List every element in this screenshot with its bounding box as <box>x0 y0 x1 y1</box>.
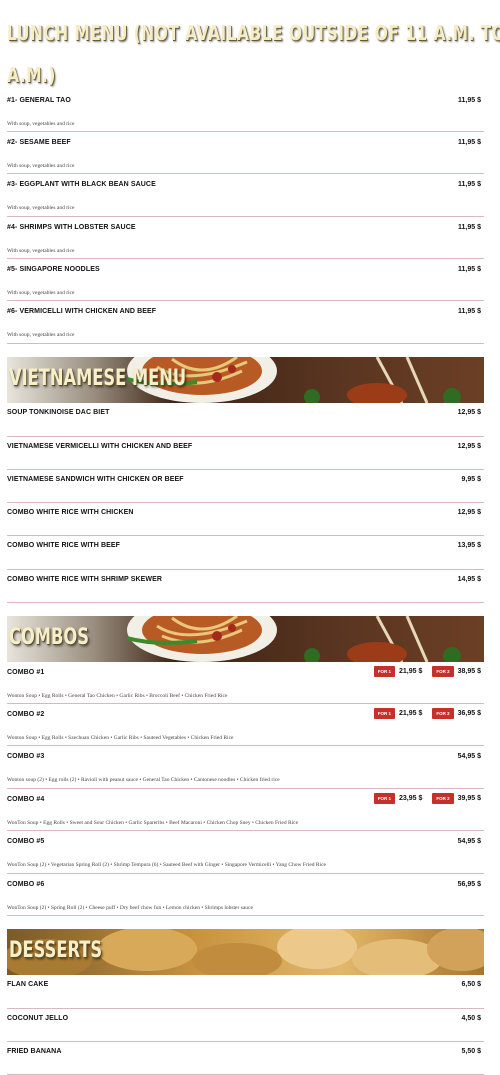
for-2-badge: FOR 2 <box>432 666 454 677</box>
combo-item-description: WonTon Soup (2) • Vegetarian Spring Roll… <box>7 862 326 868</box>
vietnamese-item-name: VIETNAMESE SANDWICH WITH CHICKEN OR BEEF <box>7 476 184 483</box>
combos-banner: COMBOS <box>7 616 484 662</box>
vietnamese-item-price: 12,95 $ <box>457 409 481 416</box>
combo-item-3: COMBO #3 54,95 $ Wonton soup (2) • Egg r… <box>7 746 484 789</box>
combo-item-name: COMBO #3 <box>7 753 45 760</box>
combo-item-description: Wonton Soup • Egg Rolls • Szechuan Chick… <box>7 735 234 741</box>
combo-item-description: WonTon Soup • Egg Rolls • Sweet and Sour… <box>7 820 299 826</box>
lunch-item-price: 11,95 $ <box>458 139 481 146</box>
dessert-item-2: COCONUT JELLO 4,50 $ <box>7 1009 484 1042</box>
for-1-badge: FOR 1 <box>373 793 396 804</box>
dessert-item-name: FLAN CAKE <box>7 981 49 988</box>
desserts-banner: DESSERTS <box>7 929 484 975</box>
vietnamese-item-name: VIETNAMESE VERMICELLI WITH CHICKEN AND B… <box>7 443 193 450</box>
lunch-item-price: 11,95 $ <box>458 181 481 188</box>
for-2-price: 36,95 $ <box>457 710 481 717</box>
lunch-item-price: 11,95 $ <box>458 266 481 273</box>
lunch-item-3: #3- EGGPLANT WITH BLACK BEAN SAUCE 11,95… <box>7 174 484 217</box>
vietnamese-item-price: 12,95 $ <box>457 443 481 450</box>
desserts-title: DESSERTS <box>9 938 103 963</box>
combo-item-5: COMBO #5 54,95 $ WonTon Soup (2) • Veget… <box>7 831 484 874</box>
dessert-item-1: FLAN CAKE 6,50 $ <box>7 975 484 1009</box>
vietnamese-item-6: COMBO WHITE RICE WITH SHRIMP SKEWER 14,9… <box>7 570 484 603</box>
combo-item-description: WonTon Soup (2) • Spring Roll (2) • Chee… <box>7 905 253 911</box>
lunch-item-6: #6- VERMICELLI WITH CHICKEN AND BEEF 11,… <box>7 301 484 344</box>
vietnamese-item-3: VIETNAMESE SANDWICH WITH CHICKEN OR BEEF… <box>7 470 484 503</box>
combo-price-options: FOR 1 21,95 $ FOR 2 38,95 $ <box>373 666 481 677</box>
lunch-item-description: With soup, vegetables and rice <box>7 290 75 296</box>
lunch-item-name: #3- EGGPLANT WITH BLACK BEAN SAUCE <box>7 181 156 188</box>
lunch-item-name: #2- SESAME BEEF <box>7 139 71 146</box>
dessert-item-name: COCONUT JELLO <box>7 1015 69 1022</box>
vietnamese-item-2: VIETNAMESE VERMICELLI WITH CHICKEN AND B… <box>7 437 484 470</box>
vietnamese-item-4: COMBO WHITE RICE WITH CHICKEN 12,95 $ <box>7 503 484 536</box>
lunch-item-description: With soup, vegetables and rice <box>7 163 75 169</box>
lunch-item-price: 11,95 $ <box>458 224 481 231</box>
lunch-menu-title-line-1: LUNCH MENU (NOT AVAILABLE OUTSIDE OF 11 … <box>7 21 500 45</box>
for-1-price: 21,95 $ <box>399 668 423 675</box>
combo-item-4: COMBO #4 FOR 1 23,95 $ FOR 2 39,95 $ Won… <box>7 789 484 831</box>
combo-item-name: COMBO #4 <box>7 796 45 803</box>
lunch-item-description: With soup, vegetables and rice <box>7 121 75 127</box>
for-2-price: 38,95 $ <box>457 668 481 675</box>
lunch-item-name: #1- GENERAL TAO <box>7 97 71 104</box>
combo-item-name: COMBO #1 <box>7 669 45 676</box>
for-1-badge: FOR 1 <box>373 708 396 719</box>
lunch-item-name: #4- SHRIMPS WITH LOBSTER SAUCE <box>7 224 136 231</box>
vietnamese-item-5: COMBO WHITE RICE WITH BEEF 13,95 $ <box>7 536 484 570</box>
for-1-price: 23,95 $ <box>399 795 423 802</box>
combo-item-price: 54,95 $ <box>457 838 481 845</box>
combo-item-price: 56,95 $ <box>457 881 481 888</box>
combo-item-price: 54,95 $ <box>457 753 481 760</box>
combo-item-6: COMBO #6 56,95 $ WonTon Soup (2) • Sprin… <box>7 874 484 916</box>
combo-item-name: COMBO #5 <box>7 838 45 845</box>
vietnamese-item-price: 13,95 $ <box>457 542 481 549</box>
vietnamese-item-name: COMBO WHITE RICE WITH BEEF <box>7 542 121 549</box>
vietnamese-item-price: 9,95 $ <box>461 476 481 483</box>
dessert-item-price: 4,50 $ <box>461 1015 481 1022</box>
for-1-price: 21,95 $ <box>399 710 423 717</box>
combos-title: COMBOS <box>9 625 89 650</box>
vietnamese-item-name: COMBO WHITE RICE WITH SHRIMP SKEWER <box>7 576 163 583</box>
vietnamese-item-name: SOUP TONKINOISE DAC BIET <box>7 409 110 416</box>
combo-item-description: Wonton Soup • Egg Rolls • General Tao Ch… <box>7 693 228 699</box>
for-2-price: 39,95 $ <box>457 795 481 802</box>
lunch-item-description: With soup, vegetables and rice <box>7 205 75 211</box>
combo-price-options: FOR 1 23,95 $ FOR 2 39,95 $ <box>373 793 481 804</box>
vietnamese-item-price: 12,95 $ <box>457 509 481 516</box>
combo-item-description: Wonton soup (2) • Egg rolls (2) • Raviol… <box>7 777 280 783</box>
vietnamese-menu-banner: VIETNAMESE MENU <box>7 357 484 403</box>
combo-item-name: COMBO #2 <box>7 711 45 718</box>
vietnamese-item-price: 14,95 $ <box>457 576 481 583</box>
for-2-badge: FOR 2 <box>432 793 454 804</box>
lunch-item-1: #1- GENERAL TAO 11,95 $ With soup, veget… <box>7 90 484 132</box>
lunch-item-name: #5- SINGAPORE NOODLES <box>7 266 100 273</box>
for-2-badge: FOR 2 <box>432 708 454 719</box>
vietnamese-item-1: SOUP TONKINOISE DAC BIET 12,95 $ <box>7 403 484 437</box>
dessert-item-price: 6,50 $ <box>461 981 481 988</box>
dessert-item-price: 5,50 $ <box>461 1048 481 1055</box>
lunch-item-price: 11,95 $ <box>458 308 481 315</box>
lunch-item-5: #5- SINGAPORE NOODLES 11,95 $ With soup,… <box>7 259 484 301</box>
combo-item-name: COMBO #6 <box>7 881 45 888</box>
lunch-item-2: #2- SESAME BEEF 11,95 $ With soup, veget… <box>7 132 484 174</box>
lunch-item-description: With soup, vegetables and rice <box>7 248 75 254</box>
vietnamese-item-name: COMBO WHITE RICE WITH CHICKEN <box>7 509 134 516</box>
for-1-badge: FOR 1 <box>373 666 396 677</box>
lunch-item-name: #6- VERMICELLI WITH CHICKEN AND BEEF <box>7 308 157 315</box>
dessert-item-name: FRIED BANANA <box>7 1048 62 1055</box>
dessert-item-3: FRIED BANANA 5,50 $ <box>7 1042 484 1075</box>
combo-item-2: COMBO #2 FOR 1 21,95 $ FOR 2 36,95 $ Won… <box>7 704 484 746</box>
combo-price-options: FOR 1 21,95 $ FOR 2 36,95 $ <box>373 708 481 719</box>
combo-item-1: COMBO #1 FOR 1 21,95 $ FOR 2 38,95 $ Won… <box>7 662 484 704</box>
lunch-item-price: 11,95 $ <box>458 97 481 104</box>
lunch-item-description: With soup, vegetables and rice <box>7 332 75 338</box>
lunch-menu-title: LUNCH MENU (NOT AVAILABLE OUTSIDE OF 11 … <box>7 12 500 96</box>
lunch-item-4: #4- SHRIMPS WITH LOBSTER SAUCE 11,95 $ W… <box>7 217 484 259</box>
vietnamese-menu-title: VIETNAMESE MENU <box>9 366 187 391</box>
